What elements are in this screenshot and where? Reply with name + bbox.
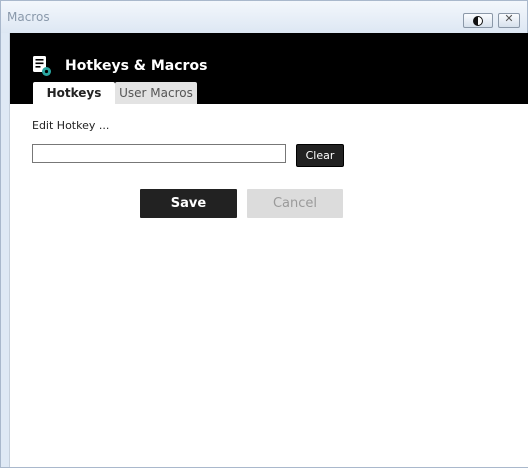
- macros-window: Macros ✕ Hotkeys & Macros Hotkeys User M…: [0, 0, 528, 468]
- window-title: Macros: [7, 10, 50, 24]
- save-button[interactable]: Save: [140, 189, 237, 218]
- dialog-content: Hotkeys & Macros Hotkeys User Macros Edi…: [9, 33, 528, 467]
- edit-hotkey-label: Edit Hotkey ...: [32, 119, 110, 132]
- close-button[interactable]: ✕: [498, 12, 520, 28]
- contrast-icon: [473, 16, 483, 26]
- contrast-toggle-button[interactable]: [463, 13, 493, 28]
- clear-button[interactable]: Clear: [296, 144, 344, 167]
- hotkey-input[interactable]: [32, 144, 286, 163]
- title-bar[interactable]: Macros ✕: [1, 1, 527, 33]
- macro-document-icon: [33, 56, 51, 76]
- cancel-button[interactable]: Cancel: [247, 189, 343, 218]
- tab-user-macros[interactable]: User Macros: [115, 82, 197, 104]
- close-icon: ✕: [504, 12, 514, 25]
- header-banner: Hotkeys & Macros Hotkeys User Macros: [10, 33, 528, 104]
- tab-hotkeys[interactable]: Hotkeys: [33, 82, 115, 104]
- page-title: Hotkeys & Macros: [65, 58, 208, 74]
